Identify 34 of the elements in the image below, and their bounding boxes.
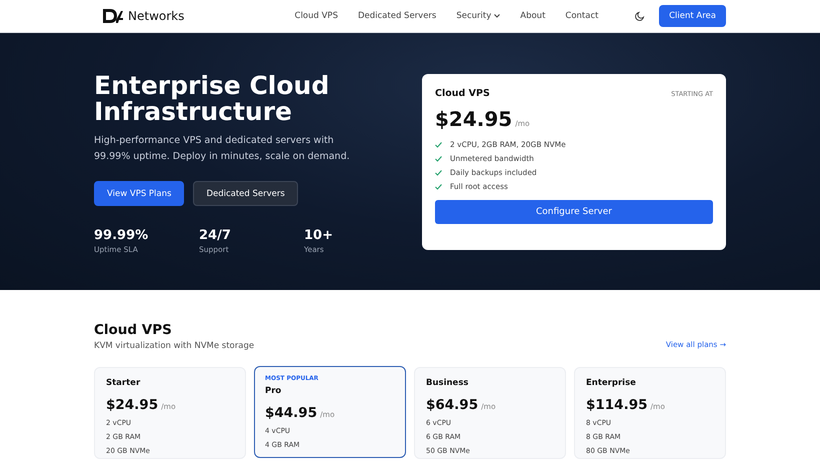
- nav-link[interactable]: Security: [446, 11, 510, 21]
- check-icon: [435, 142, 442, 148]
- nav-link[interactable]: Contact: [555, 11, 608, 21]
- plan-price: $24.95: [106, 397, 158, 413]
- nav-link[interactable]: About: [510, 11, 556, 21]
- plan-name: Pro: [265, 386, 282, 396]
- moon-icon[interactable]: [635, 11, 646, 21]
- stat-value: 24/7: [199, 228, 232, 243]
- plan-price: $114.95: [586, 397, 648, 413]
- secondary-button[interactable]: Dedicated Servers: [193, 181, 298, 206]
- chevron-down-icon: [494, 14, 500, 18]
- check-icon: [435, 170, 442, 176]
- check-icon: [435, 156, 442, 162]
- nav-link[interactable]: Cloud VPS: [284, 11, 348, 21]
- plan-name: Business: [426, 378, 470, 388]
- nav-link[interactable]: Dedicated Servers: [348, 11, 446, 21]
- stat-value: 10+: [304, 228, 334, 243]
- card-title: Cloud VPS: [435, 88, 490, 99]
- section-title: Cloud VPS: [94, 322, 173, 338]
- hero-title: Enterprise Cloud Infrastructure: [94, 73, 330, 125]
- primary-button[interactable]: View VPS Plans: [94, 181, 184, 206]
- plan-price: $44.95: [265, 405, 318, 421]
- logo-icon: [102, 8, 124, 24]
- hero-subtitle: High-performance VPS and dedicated servers with 99.99% uptime. Deploy in minutes, scale on demand.: [94, 134, 351, 164]
- plan-name: Starter: [106, 378, 142, 388]
- brand-name[interactable]: Networks: [128, 9, 184, 23]
- plan-price: $64.95: [426, 397, 478, 413]
- stat-value: 99.99%: [94, 228, 150, 243]
- check-icon: [435, 184, 442, 190]
- price: $24.95: [435, 107, 512, 131]
- configure-server-button[interactable]: Configure Server: [435, 200, 713, 224]
- plan-name: Enterprise: [586, 378, 637, 388]
- client-area-button[interactable]: Client Area: [659, 5, 726, 27]
- section-subtitle: KVM virtualization with NVMe storage: [94, 341, 254, 351]
